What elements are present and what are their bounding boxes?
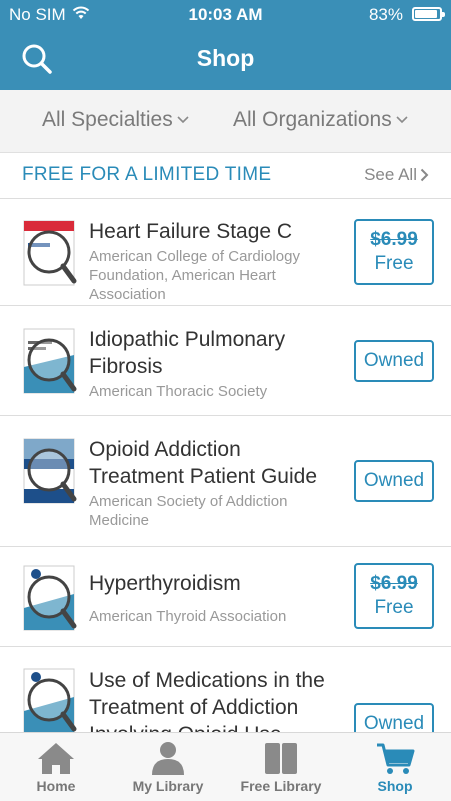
original-price: $6.99 [370, 229, 418, 250]
status-bar: No SIM 10:03 AM 83% [0, 0, 451, 30]
organizations-filter-label: All Organizations [233, 108, 392, 131]
section-title: FREE FOR A LIMITED TIME [22, 164, 272, 185]
book-icon [265, 743, 297, 774]
tab-free-library-label: Free Library [240, 778, 322, 794]
owned-button[interactable]: Owned [354, 703, 434, 733]
specialties-filter[interactable]: All Specialties [42, 108, 189, 132]
product-list: Heart Failure Stage C American College o… [0, 198, 451, 733]
list-item[interactable]: Hyperthyroidism American Thyroid Associa… [0, 547, 451, 647]
list-item[interactable]: Heart Failure Stage C American College o… [0, 199, 451, 306]
item-title: Hyperthyroidism [89, 572, 241, 595]
chevron-right-icon [420, 168, 429, 182]
book-cover-thumbnail [23, 328, 77, 394]
item-organization: American Thyroid Association [89, 608, 287, 625]
owned-button[interactable]: Owned [354, 340, 434, 382]
page-title: Shop [196, 45, 255, 71]
home-icon [38, 743, 74, 774]
tab-home[interactable]: Home [0, 733, 112, 801]
tab-bar: Home My Library Free Library Shop [0, 732, 451, 801]
list-item[interactable]: Use of Medications in the Treatment of A… [0, 647, 451, 733]
cart-icon [377, 743, 415, 774]
battery-percent: 83% [368, 5, 403, 24]
item-organization: American Society of Addiction Medicine [89, 493, 288, 529]
item-title: Use of Medications in the Treatment of A… [89, 669, 325, 733]
see-all-link[interactable]: See All [364, 165, 429, 185]
item-organization: American Thoracic Society [89, 383, 268, 400]
book-cover-thumbnail [23, 565, 77, 631]
book-cover-thumbnail [23, 438, 77, 504]
tab-my-library[interactable]: My Library [112, 733, 224, 801]
item-title: Heart Failure Stage C [89, 220, 293, 243]
app-header: No SIM 10:03 AM 83% Shop [0, 0, 451, 90]
chevron-down-icon [396, 116, 408, 124]
tab-home-label: Home [36, 778, 76, 794]
list-item[interactable]: Opioid Addiction Treatment Patient Guide… [0, 416, 451, 547]
book-cover-thumbnail [23, 668, 77, 733]
list-item[interactable]: Idiopathic Pulmonary Fibrosis American T… [0, 306, 451, 416]
tab-shop-label: Shop [377, 778, 413, 794]
person-icon [152, 742, 184, 775]
see-all-label: See All [364, 165, 417, 184]
original-price: $6.99 [370, 573, 418, 594]
organizations-filter[interactable]: All Organizations [233, 108, 408, 132]
section-header: FREE FOR A LIMITED TIME See All [0, 152, 451, 198]
specialties-filter-label: All Specialties [42, 108, 173, 131]
battery-icon [412, 7, 445, 21]
item-organization: American College of Cardiology Foundatio… [89, 248, 300, 303]
item-title: Opioid Addiction Treatment Patient Guide [89, 438, 318, 488]
tab-shop[interactable]: Shop [339, 733, 451, 801]
free-label: Free [374, 253, 414, 274]
owned-label: Owned [363, 350, 425, 371]
price-button[interactable]: $6.99 Free [354, 219, 434, 285]
book-cover-thumbnail [23, 220, 77, 286]
owned-label: Owned [363, 713, 425, 733]
chevron-down-icon [177, 116, 189, 124]
tab-free-library[interactable]: Free Library [225, 733, 337, 801]
owned-button[interactable]: Owned [354, 460, 434, 502]
tab-my-library-label: My Library [132, 778, 204, 794]
item-title: Idiopathic Pulmonary Fibrosis [89, 328, 286, 378]
price-button[interactable]: $6.99 Free [354, 563, 434, 629]
owned-label: Owned [363, 470, 425, 491]
free-label: Free [374, 597, 414, 618]
filter-bar: All Specialties All Organizations [0, 90, 451, 153]
